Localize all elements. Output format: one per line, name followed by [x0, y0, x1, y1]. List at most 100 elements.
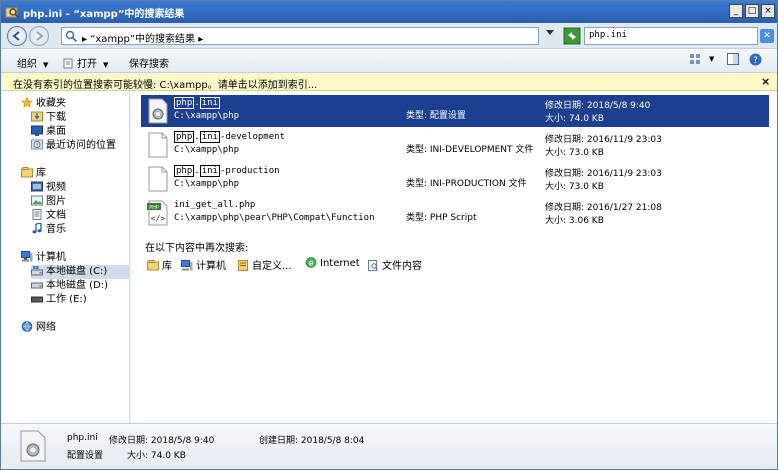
result-name: php. ini [174, 97, 220, 109]
nav-documents[interactable]: 文档 [31, 209, 66, 223]
nav-computer-label: 计算机 [36, 252, 66, 263]
nav-libraries-label: 库 [36, 168, 46, 179]
nav-videos[interactable]: 视频 [31, 181, 66, 195]
svg-text:PHP: PHP [149, 205, 159, 211]
back-arrow-icon [12, 31, 20, 41]
result-name-match: php [174, 97, 195, 109]
search-again-custom[interactable]: 自定义... [237, 257, 292, 272]
search-again-internet-label: Internet [320, 258, 360, 269]
open-button[interactable]: 打开 ▼ [63, 55, 108, 70]
details-created: 创建日期: 2018/5/8 8:04 [259, 436, 365, 446]
svg-text:?: ? [753, 56, 758, 66]
nav-network[interactable]: 网络 [21, 321, 56, 335]
result-date: 修改日期: 2018/5/8 9:40 [545, 101, 651, 111]
video-icon [31, 181, 43, 192]
chevron-down-icon[interactable] [546, 30, 554, 36]
details-type: 配置设置 [67, 451, 104, 461]
view-options-icon[interactable] [689, 53, 701, 68]
result-item[interactable]: php. ini -development C:\xampp\php 类型: INI… [141, 129, 769, 161]
search-again-file-contents[interactable]: 文件内容 [367, 257, 422, 272]
config-file-icon [148, 98, 168, 124]
libraries-icon [21, 167, 33, 178]
computer-icon [181, 260, 193, 271]
search-again-computer-label: 计算机 [196, 261, 226, 272]
back-button[interactable] [7, 26, 27, 46]
preview-pane-icon[interactable] [727, 53, 739, 68]
search-again-computer[interactable]: 计算机 [181, 257, 226, 272]
libraries-icon [147, 260, 159, 271]
nav-desktop-label: 桌面 [46, 126, 66, 137]
organize-label: 组织 [17, 59, 37, 70]
save-search-button[interactable]: 保存搜索 [129, 55, 169, 70]
organize-button[interactable]: 组织 ▼ [17, 55, 48, 70]
music-icon [32, 223, 42, 234]
forward-button[interactable] [29, 26, 49, 46]
nav-recent-places[interactable]: 最近访问的位置 [31, 139, 116, 153]
nav-favorites[interactable]: 收藏夹 [21, 97, 66, 111]
title-bar[interactable]: php.ini - “xampp”中的搜索结果 _ □ × [1, 1, 777, 23]
nav-pictures-label: 图片 [46, 196, 66, 207]
nav-downloads[interactable]: 下载 [31, 111, 66, 125]
search-clear-icon[interactable]: ✕ [760, 29, 774, 43]
result-name: ini_get_all.php [174, 200, 256, 210]
result-path: C:\xampp\php [174, 111, 240, 121]
search-again-libraries[interactable]: 库 [147, 257, 172, 272]
search-again-label: 在以下内容中再次搜索: [145, 243, 249, 254]
close-button[interactable]: × [761, 4, 775, 18]
drive-icon [31, 282, 43, 289]
minimize-button[interactable]: _ [729, 4, 743, 18]
nav-drive-e[interactable]: 工作 (E:) [31, 293, 87, 307]
downloads-folder-icon [31, 111, 43, 122]
svg-text:</>: </> [151, 214, 166, 223]
pictures-icon [31, 195, 43, 206]
nav-videos-label: 视频 [46, 182, 66, 193]
result-item[interactable]: php. ini -production C:\xampp\php 类型: INI-… [141, 163, 769, 195]
search-folder-icon [5, 7, 19, 18]
nav-drive-c-label: 本地磁盘 (C:) [46, 266, 108, 277]
recent-places-icon [31, 139, 43, 150]
nav-pictures[interactable]: 图片 [31, 195, 66, 209]
search-again-internet[interactable]: e Internet [305, 257, 360, 269]
result-path: C:\xampp\php\pear\PHP\Compat\Function [174, 213, 375, 223]
navigation-pane: 收藏夹 下载 桌面 最近访问的位置 库 视频 图片 文档 音乐 计算机 本地磁盘… [1, 91, 130, 423]
result-item[interactable]: PHP </> ini_get_all.php C:\xampp\php\pear… [141, 197, 769, 229]
search-input-value: php.ini [589, 30, 627, 40]
file-icon [148, 166, 168, 192]
maximize-button[interactable]: □ [745, 4, 759, 18]
svg-text:e: e [309, 259, 314, 268]
config-file-icon [20, 430, 46, 462]
info-close-icon[interactable]: × [761, 75, 770, 88]
refresh-icon[interactable] [563, 27, 581, 45]
chevron-down-icon: ▼ [43, 61, 49, 69]
result-item[interactable]: php. ini C:\xampp\php 类型: 配置设置 修改日期: 2018… [141, 95, 769, 127]
nav-downloads-label: 下载 [46, 112, 66, 123]
nav-desktop[interactable]: 桌面 [31, 125, 66, 139]
result-type: 类型: INI-DEVELOPMENT 文件 [406, 145, 534, 155]
desktop-icon [31, 125, 43, 136]
chevron-down-icon: ▼ [103, 61, 109, 69]
result-name: php. ini -development [174, 131, 285, 143]
nav-drive-d[interactable]: 本地磁盘 (D:) [31, 279, 108, 293]
file-contents-icon [368, 260, 378, 271]
result-size: 大小: 74.0 KB [545, 114, 604, 124]
chevron-down-icon[interactable]: ▼ [709, 55, 714, 63]
nav-music[interactable]: 音乐 [31, 223, 66, 237]
nav-recent-label: 最近访问的位置 [46, 140, 116, 151]
result-size: 大小: 73.0 KB [545, 182, 604, 192]
result-path: C:\xampp\php [174, 179, 240, 189]
result-type: 类型: INI-PRODUCTION 文件 [406, 179, 527, 189]
result-size: 大小: 3.06 KB [545, 216, 604, 226]
nav-libraries[interactable]: 库 [21, 167, 46, 181]
nav-drive-e-label: 工作 (E:) [46, 294, 87, 305]
explorer-window: php.ini - “xampp”中的搜索结果 _ □ × ▸ “xampp”中… [0, 0, 778, 470]
search-input[interactable]: php.ini [584, 27, 758, 45]
breadcrumb[interactable]: ▸ “xampp”中的搜索结果 ▸ [61, 27, 539, 45]
index-info-bar[interactable]: 在没有索引的位置搜索可能较慢: C:\xampp。请单击以添加到索引... × [1, 73, 777, 91]
details-size: 大小: 74.0 KB [127, 451, 186, 461]
window-title: php.ini - “xampp”中的搜索结果 [23, 9, 185, 20]
nav-computer[interactable]: 计算机 [21, 251, 66, 265]
help-icon[interactable]: ? [749, 53, 762, 69]
index-info-text: 在没有索引的位置搜索可能较慢: C:\xampp。请单击以添加到索引... [13, 80, 318, 91]
result-name-match: php [174, 131, 195, 143]
nav-drive-c[interactable]: 本地磁盘 (C:) [31, 265, 129, 279]
